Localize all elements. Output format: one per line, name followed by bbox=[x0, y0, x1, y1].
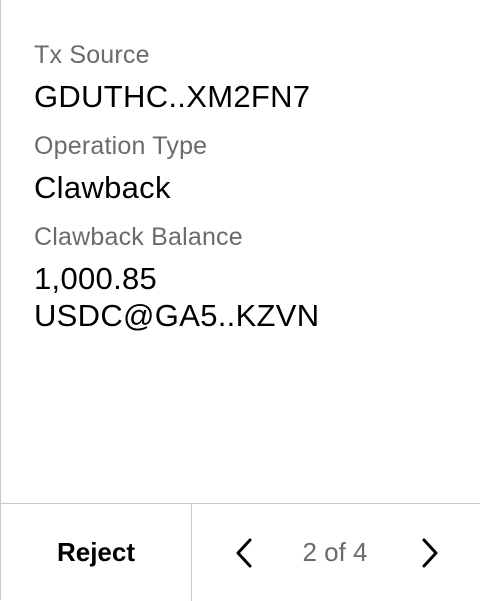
clawback-balance-amount: 1,000.85 bbox=[34, 261, 158, 296]
transaction-details: Tx Source GDUTHC..XM2FN7 Operation Type … bbox=[34, 40, 468, 350]
page-indicator: 2 of 4 bbox=[302, 537, 368, 567]
clawback-balance-label: Clawback Balance bbox=[34, 223, 243, 251]
chevron-left-icon bbox=[236, 538, 252, 568]
tx-source-label: Tx Source bbox=[34, 41, 150, 69]
reject-button[interactable]: Reject bbox=[1, 504, 192, 601]
tx-source-value: GDUTHC..XM2FN7 bbox=[34, 79, 311, 114]
clawback-balance-asset: USDC@GA5..KZVN bbox=[34, 298, 320, 333]
chevron-right-icon bbox=[422, 538, 438, 568]
clawback-balance-field: Clawback Balance 1,000.85 USDC@GA5..KZVN bbox=[34, 222, 468, 334]
page-navigator: 2 of 4 bbox=[192, 504, 480, 601]
next-page-button[interactable] bbox=[415, 536, 445, 570]
previous-page-button[interactable] bbox=[229, 536, 259, 570]
footer-bar: Reject 2 of 4 bbox=[1, 503, 480, 601]
transaction-review-screen: Tx Source GDUTHC..XM2FN7 Operation Type … bbox=[0, 0, 480, 601]
operation-type-field: Operation Type Clawback bbox=[34, 131, 468, 206]
tx-source-field: Tx Source GDUTHC..XM2FN7 bbox=[34, 40, 468, 115]
operation-type-label: Operation Type bbox=[34, 132, 208, 160]
operation-type-value: Clawback bbox=[34, 170, 171, 205]
